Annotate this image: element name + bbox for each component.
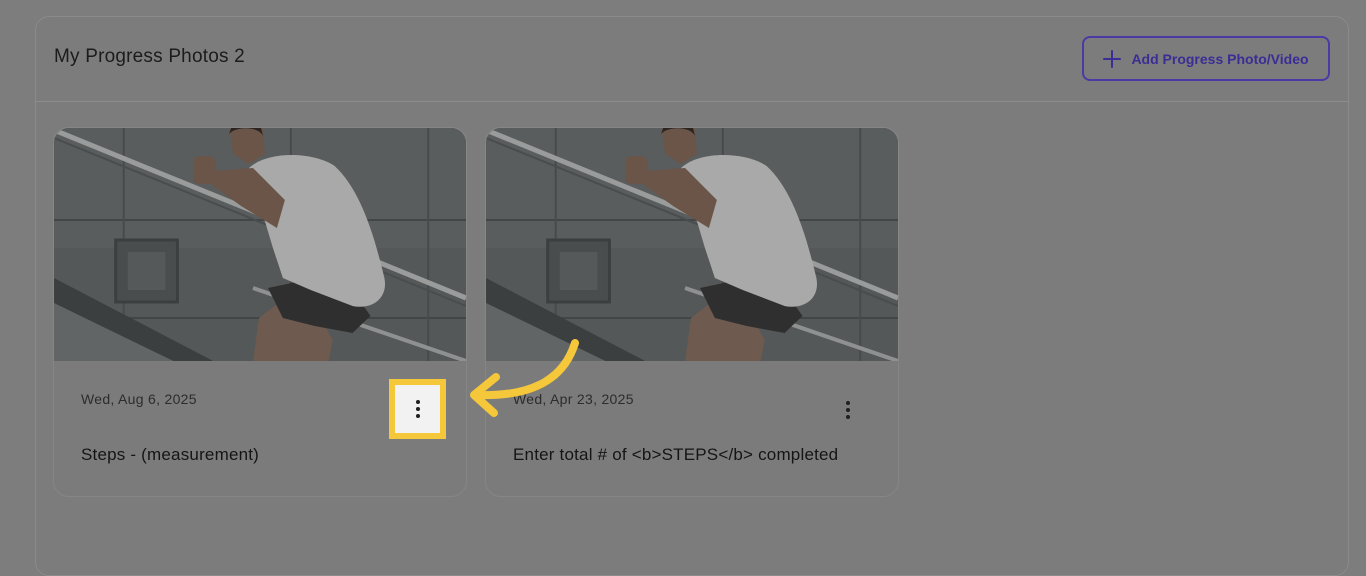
page-title: My Progress Photos 2 (54, 46, 245, 67)
curved-arrow-icon (470, 339, 579, 417)
add-progress-photo-button[interactable]: Add Progress Photo/Video (1082, 36, 1330, 81)
add-button-label: Add Progress Photo/Video (1131, 50, 1309, 67)
progress-photo[interactable] (486, 128, 898, 361)
photo-caption: Enter total # of <b>STEPS</b> completed (513, 445, 839, 464)
progress-photo[interactable] (54, 128, 466, 361)
highlighted-more-options-button[interactable] (389, 379, 446, 439)
photo-date: Wed, Aug 6, 2025 (81, 391, 197, 407)
photo-caption: Steps - (measurement) (81, 445, 260, 464)
plus-icon (1103, 49, 1122, 68)
more-vertical-icon[interactable] (838, 396, 858, 424)
progress-photo-card[interactable]: Wed, Apr 23, 2025 Enter total # of <b>ST… (485, 127, 899, 497)
more-vertical-icon[interactable] (408, 395, 428, 423)
progress-photo-card[interactable]: Wed, Aug 6, 2025 Steps - (measurement) (53, 127, 467, 497)
panel-header: My Progress Photos 2 Add Progress Photo/… (36, 17, 1348, 102)
